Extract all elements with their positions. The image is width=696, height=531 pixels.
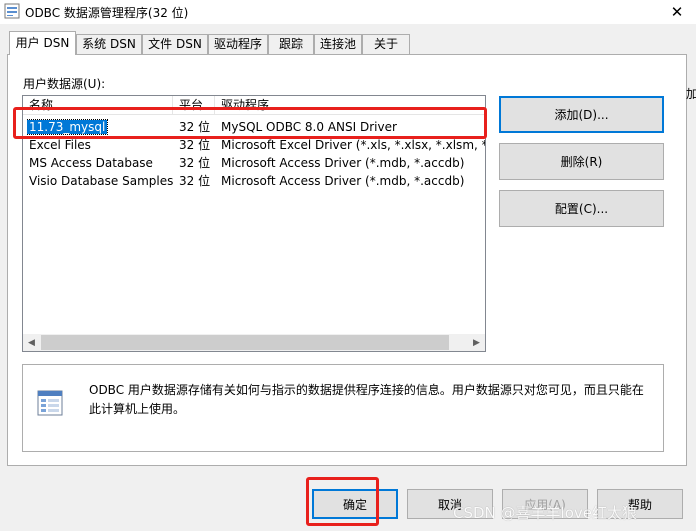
- configure-button-label: 配置(C)...: [554, 202, 609, 216]
- tab-label: 驱动程序: [213, 37, 262, 51]
- tab-connection-pooling[interactable]: 连接池: [314, 34, 362, 54]
- dsn-driver: Microsoft Access Driver (*.mdb, *.accdb): [221, 174, 465, 188]
- tab-drivers[interactable]: 驱动程序: [208, 34, 268, 54]
- horizontal-scrollbar[interactable]: ◀ ▶: [23, 334, 485, 351]
- list-item[interactable]: Visio Database Samples 32 位 Microsoft Ac…: [23, 172, 485, 190]
- tab-label: 跟踪: [278, 37, 303, 51]
- tab-label: 文件 DSN: [148, 37, 202, 51]
- ok-button-label: 确定: [342, 497, 367, 512]
- dsn-platform: 32 位: [179, 120, 211, 134]
- list-item[interactable]: Excel Files 32 位 Microsoft Excel Driver …: [23, 136, 485, 154]
- add-button[interactable]: 添加(D)...: [499, 96, 664, 133]
- dsn-name: Visio Database Samples: [29, 174, 174, 188]
- dsn-name: Excel Files: [29, 138, 91, 152]
- scroll-left-icon[interactable]: ◀: [23, 334, 40, 351]
- dsn-name: MS Access Database: [29, 156, 153, 170]
- dsn-driver: Microsoft Access Driver (*.mdb, *.accdb): [221, 156, 465, 170]
- scrollbar-thumb[interactable]: [41, 335, 449, 350]
- column-header-name[interactable]: 名称: [23, 96, 173, 115]
- tab-tracing[interactable]: 跟踪: [268, 34, 314, 54]
- remove-button[interactable]: 删除(R): [499, 143, 664, 180]
- data-source-icon: [37, 390, 63, 416]
- tab-about[interactable]: 关于: [362, 34, 410, 54]
- scroll-right-icon[interactable]: ▶: [468, 334, 485, 351]
- column-header-driver[interactable]: 驱动程序: [215, 96, 485, 115]
- tab-label: 关于: [373, 37, 398, 51]
- dsn-list[interactable]: 名称 平台 驱动程序 11.73_mysql 32 位 MySQL ODBC 8…: [22, 95, 486, 352]
- dsn-driver: MySQL ODBC 8.0 ANSI Driver: [221, 120, 397, 134]
- title-bar: ODBC 数据源管理程序(32 位) ✕: [0, 0, 696, 24]
- tab-file-dsn[interactable]: 文件 DSN: [142, 34, 208, 54]
- dsn-platform: 32 位: [179, 156, 211, 170]
- remove-button-label: 删除(R): [560, 155, 603, 169]
- tab-label: 系统 DSN: [82, 37, 136, 51]
- dsn-platform: 32 位: [179, 138, 211, 152]
- dsn-name: 11.73_mysql: [27, 119, 109, 135]
- list-item[interactable]: 11.73_mysql 32 位 MySQL ODBC 8.0 ANSI Dri…: [23, 118, 485, 136]
- tab-label: 用户 DSN: [15, 36, 70, 50]
- close-icon: ✕: [670, 3, 684, 21]
- background-window-fragment: 加: [686, 87, 696, 101]
- tab-user-dsn[interactable]: 用户 DSN: [9, 31, 76, 55]
- info-description: ODBC 用户数据源存储有关如何与指示的数据提供程序连接的信息。用户数据源只对您…: [89, 383, 644, 416]
- info-box: ODBC 用户数据源存储有关如何与指示的数据提供程序连接的信息。用户数据源只对您…: [22, 364, 664, 452]
- tab-system-dsn[interactable]: 系统 DSN: [76, 34, 142, 54]
- configure-button[interactable]: 配置(C)...: [499, 190, 664, 227]
- watermark: CSDN @喜羊羊love红太狼: [453, 504, 637, 522]
- ok-button[interactable]: 确定: [312, 489, 398, 519]
- close-button[interactable]: ✕: [658, 0, 696, 24]
- tab-label: 连接池: [319, 37, 356, 51]
- list-item[interactable]: MS Access Database 32 位 Microsoft Access…: [23, 154, 485, 172]
- user-data-sources-label: 用户数据源(U):: [23, 77, 106, 91]
- dsn-driver: Microsoft Excel Driver (*.xls, *.xlsx, *…: [221, 138, 485, 152]
- column-header-platform[interactable]: 平台: [173, 96, 215, 115]
- add-button-label: 添加(D)...: [554, 108, 609, 122]
- window-title: ODBC 数据源管理程序(32 位): [25, 6, 189, 20]
- odbc-app-icon: [4, 3, 20, 19]
- dsn-platform: 32 位: [179, 174, 211, 188]
